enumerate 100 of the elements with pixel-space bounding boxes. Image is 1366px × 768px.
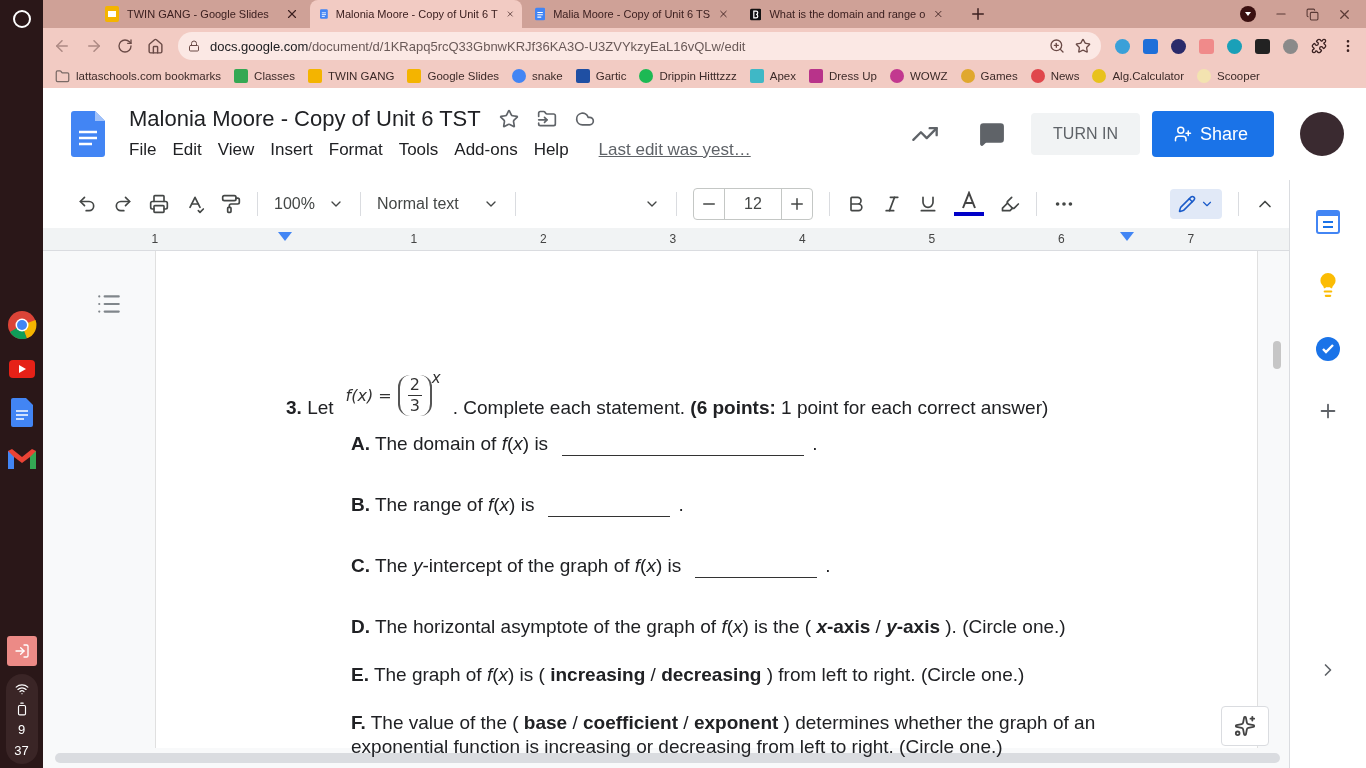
- person-add-icon: [1173, 125, 1192, 143]
- restore-icon[interactable]: [1306, 7, 1319, 21]
- italic-icon[interactable]: [882, 194, 902, 214]
- calendar-icon[interactable]: [1316, 210, 1340, 234]
- ruler-number: 1: [410, 232, 418, 246]
- move-icon[interactable]: [536, 109, 557, 129]
- pencil-icon: [1178, 195, 1196, 213]
- style-dropdown[interactable]: Normal text: [377, 195, 499, 213]
- scrollbar-thumb[interactable]: [1273, 341, 1281, 369]
- explore-button[interactable]: [1221, 706, 1269, 746]
- menu-item[interactable]: Edit: [164, 138, 210, 162]
- video-play-icon[interactable]: [8, 360, 35, 378]
- document-icon[interactable]: [10, 398, 33, 427]
- zoom-dropdown[interactable]: 100%: [274, 195, 344, 213]
- bookmark-link[interactable]: lattaschools.com bookmarks: [55, 68, 222, 84]
- redo-icon[interactable]: [113, 194, 133, 214]
- statement-text: F. The value of the ( base / coefficient / exponent ) determines whether the graph of an exponential function is increasing or decreasing from left to right. (Circle one.): [351, 711, 1097, 759]
- bookmark-link[interactable]: Classes: [234, 69, 295, 83]
- menu-item[interactable]: Format: [320, 138, 391, 162]
- bookmark-link[interactable]: Alg.Calculator: [1092, 69, 1185, 83]
- bookmark-link[interactable]: TWIN GANG: [308, 69, 395, 83]
- home-icon[interactable]: [147, 37, 164, 55]
- star-icon[interactable]: [498, 109, 519, 129]
- share-button[interactable]: Share: [1151, 111, 1274, 157]
- avatar[interactable]: [1300, 112, 1344, 156]
- cloud-icon[interactable]: [574, 109, 595, 129]
- bookmark-star-icon[interactable]: [1075, 38, 1091, 54]
- bookmark-label: Games: [980, 70, 1018, 82]
- chrome-icon[interactable]: [6, 310, 37, 340]
- address-bar[interactable]: docs.google.com/document/d/1KRapq5rcQ33GbnwKRJf36KA3O-U3ZVYkzyEaL16vQLw/edit: [178, 32, 1101, 60]
- browser-tab[interactable]: TWIN GANG - Google Slides: [95, 0, 307, 28]
- statement-text: A. The domain of f(x) is: [351, 432, 549, 456]
- bookmark-label: Google Slides: [427, 70, 500, 82]
- bookmark-label: Gartic: [595, 70, 627, 82]
- launcher-icon[interactable]: [10, 8, 33, 30]
- menu-item[interactable]: Tools: [390, 138, 447, 162]
- slides-icon: [105, 6, 119, 22]
- bookmark-link[interactable]: News: [1030, 69, 1080, 83]
- font-size-control[interactable]: 12: [693, 188, 813, 220]
- bookmark-link[interactable]: WOWZ: [889, 69, 948, 83]
- ruler-number: 4: [798, 232, 806, 246]
- indent-marker[interactable]: [1120, 232, 1134, 241]
- docs-logo-icon[interactable]: [71, 111, 105, 157]
- statement-end: .: [825, 554, 831, 578]
- extension-icon[interactable]: [1255, 38, 1270, 54]
- statement-end: .: [678, 493, 684, 517]
- extension-icon[interactable]: [1171, 38, 1186, 54]
- ruler-number: 7: [1187, 232, 1195, 246]
- tab-title: Malia Moore - Copy of Unit 6 TS: [553, 8, 711, 20]
- menu-item[interactable]: View: [209, 138, 263, 162]
- statement-end: .: [812, 432, 818, 456]
- question-lead: 3. Let: [286, 396, 334, 420]
- bookmark-link[interactable]: Drippin Hitttzzz: [639, 69, 737, 83]
- tasks-icon[interactable]: [1315, 336, 1341, 362]
- editing-mode-button[interactable]: [1170, 189, 1222, 219]
- ruler-number: 1: [151, 232, 159, 246]
- bookmark-label: Classes: [254, 70, 295, 82]
- last-edit-link[interactable]: Last edit was yest…: [598, 140, 751, 160]
- turn-in-button[interactable]: TURN IN: [1031, 113, 1140, 155]
- underline-icon[interactable]: [918, 194, 938, 214]
- text-color-icon[interactable]: [954, 191, 984, 217]
- indent-marker[interactable]: [278, 232, 292, 241]
- extensions-icon[interactable]: [1311, 38, 1327, 54]
- ruler-number: 6: [1057, 232, 1065, 246]
- browser-tab[interactable]: Malonia Moore - Copy of Unit 6 T: [310, 0, 522, 28]
- bookmark-link[interactable]: Gartic: [575, 69, 627, 83]
- bookmark-link[interactable]: Apex: [749, 69, 796, 83]
- menu-item[interactable]: Add-ons: [446, 138, 526, 162]
- new-tab-icon[interactable]: [969, 5, 987, 23]
- bookmark-link[interactable]: Scooper: [1197, 69, 1260, 83]
- mail-icon[interactable]: [5, 447, 38, 471]
- bookmark-label: WOWZ: [909, 70, 948, 82]
- comment-icon[interactable]: [979, 121, 1006, 147]
- close-icon[interactable]: [285, 7, 299, 21]
- highlighter-icon[interactable]: [1000, 194, 1020, 214]
- bookmark-label: Apex: [769, 70, 796, 82]
- menu-item[interactable]: Insert: [262, 138, 321, 162]
- statement-text: C. The y-intercept of the graph of f(x) is: [351, 554, 682, 578]
- bookmark-label: lattaschools.com bookmarks: [76, 70, 222, 82]
- undo-icon[interactable]: [77, 194, 97, 214]
- browser-tab[interactable]: What is the domain and range o: [740, 0, 952, 28]
- bookmark-link[interactable]: Google Slides: [407, 69, 500, 83]
- profile-menu-icon[interactable]: [1240, 6, 1256, 22]
- bookmark-link[interactable]: Dress Up: [808, 69, 877, 83]
- exit-button[interactable]: [6, 636, 37, 666]
- ruler-number: 3: [669, 232, 677, 246]
- document-title[interactable]: Malonia Moore - Copy of Unit 6 TST: [129, 106, 481, 132]
- reload-icon[interactable]: [117, 38, 133, 54]
- bookmark-label: Dress Up: [828, 70, 877, 82]
- print-icon[interactable]: [149, 194, 169, 214]
- paint-format-icon[interactable]: [221, 194, 241, 214]
- menu-item[interactable]: Help: [525, 138, 577, 162]
- menu-item[interactable]: File: [129, 138, 165, 162]
- exit-icon: [13, 643, 30, 659]
- zoom-icon[interactable]: [1049, 38, 1065, 54]
- bookmark-link[interactable]: Games: [960, 69, 1018, 83]
- browser-tab[interactable]: Malia Moore - Copy of Unit 6 TS: [525, 0, 737, 28]
- clock-hour: 9: [17, 722, 26, 737]
- bookmark-link[interactable]: snake: [512, 69, 563, 83]
- status-tray[interactable]: 9 37: [5, 674, 38, 764]
